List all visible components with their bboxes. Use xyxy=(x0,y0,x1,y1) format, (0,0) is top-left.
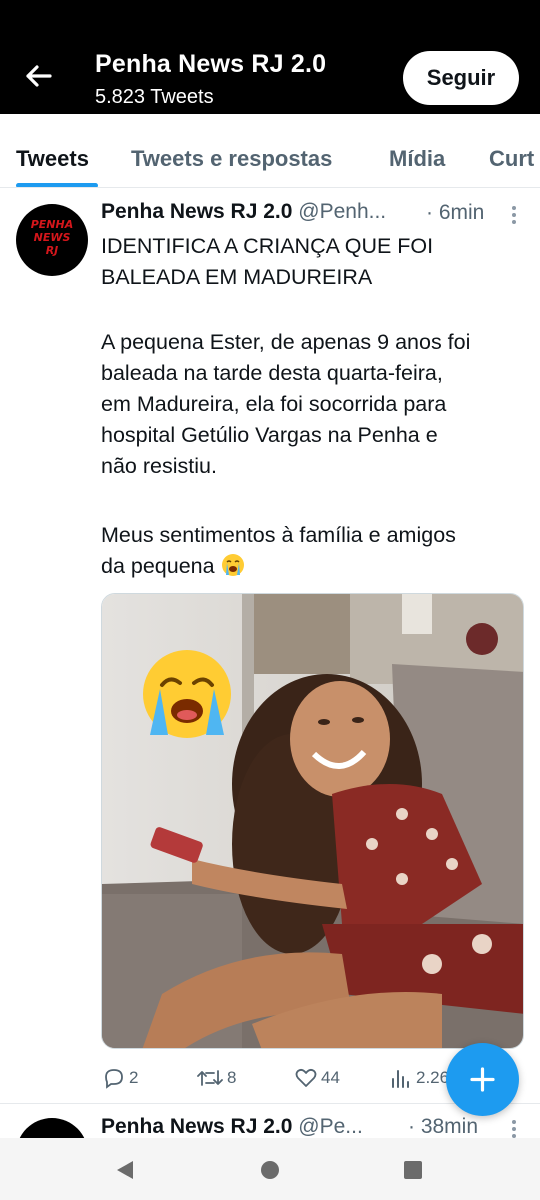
tab-tweets-and-replies[interactable]: Tweets e respostas xyxy=(131,146,332,172)
compose-plus-icon xyxy=(470,1067,495,1092)
like-count: 44 xyxy=(321,1068,340,1087)
reply-count: 2 xyxy=(129,1068,139,1087)
avatar-logo-text: PENHA NEWS RJ xyxy=(30,218,74,257)
tab-media[interactable]: Mídia xyxy=(389,146,445,172)
tweet-author[interactable]: Penha News RJ 2.0 @Penh... xyxy=(101,200,386,224)
author-handle: @Penh... xyxy=(298,200,387,223)
follow-button[interactable]: Seguir xyxy=(403,51,519,105)
tweet-timestamp: · 6min xyxy=(426,201,485,224)
tweet-text-headline: IDENTIFICA A CRIANÇA QUE FOI BALEADA EM … xyxy=(101,234,434,289)
tweet-photo[interactable] xyxy=(101,593,524,1049)
tab-tweets[interactable]: Tweets xyxy=(16,146,89,172)
tweet-count: 5.823 Tweets xyxy=(95,86,214,108)
more-icon[interactable] xyxy=(506,1118,522,1140)
retweet-count: 8 xyxy=(227,1068,237,1087)
tweet-author[interactable]: Penha News RJ 2.0 @Pe... xyxy=(101,1115,363,1139)
retweet-icon xyxy=(197,1070,223,1086)
back-arrow-icon[interactable] xyxy=(20,58,56,94)
tab-likes[interactable]: Curt xyxy=(489,146,534,172)
avatar[interactable]: PENHA NEWS RJ xyxy=(16,204,88,276)
nav-home-icon[interactable] xyxy=(258,1158,282,1182)
author-handle: @Pe... xyxy=(298,1115,363,1138)
tweet-text-closing: Meus sentimentos à família e amigos da p… xyxy=(101,523,456,578)
profile-tabs: Tweets Tweets e respostas Mídia Curt xyxy=(0,114,540,188)
tweet-timestamp: · 38min xyxy=(408,1115,479,1138)
retweet-button[interactable]: 8 xyxy=(197,1064,236,1092)
crying-emoji-overlay xyxy=(143,650,231,738)
profile-header: Penha News RJ 2.0 5.823 Tweets Seguir xyxy=(0,0,540,114)
compose-tweet-button[interactable] xyxy=(446,1043,519,1116)
photo-girl-smiling xyxy=(102,594,523,1048)
like-icon xyxy=(295,1068,317,1087)
profile-title: Penha News RJ 2.0 xyxy=(95,50,327,78)
crying-emoji-icon xyxy=(221,554,244,576)
nav-recents-icon[interactable] xyxy=(401,1158,425,1182)
system-nav-bar xyxy=(0,1138,540,1200)
nav-back-icon[interactable] xyxy=(113,1158,137,1182)
views-icon xyxy=(392,1070,409,1088)
author-name: Penha News RJ 2.0 xyxy=(101,200,293,223)
like-button[interactable]: 44 xyxy=(295,1064,340,1092)
reply-icon xyxy=(105,1069,123,1089)
author-name: Penha News RJ 2.0 xyxy=(101,1115,293,1138)
more-icon[interactable] xyxy=(506,204,522,226)
reply-button[interactable]: 2 xyxy=(103,1064,138,1092)
views-count: 2.26 xyxy=(416,1068,450,1087)
active-tab-indicator xyxy=(16,183,98,187)
tweet-text-body: A pequena Ester, de apenas 9 anos foi ba… xyxy=(101,330,471,478)
views-button[interactable]: 2.26 xyxy=(390,1064,449,1092)
